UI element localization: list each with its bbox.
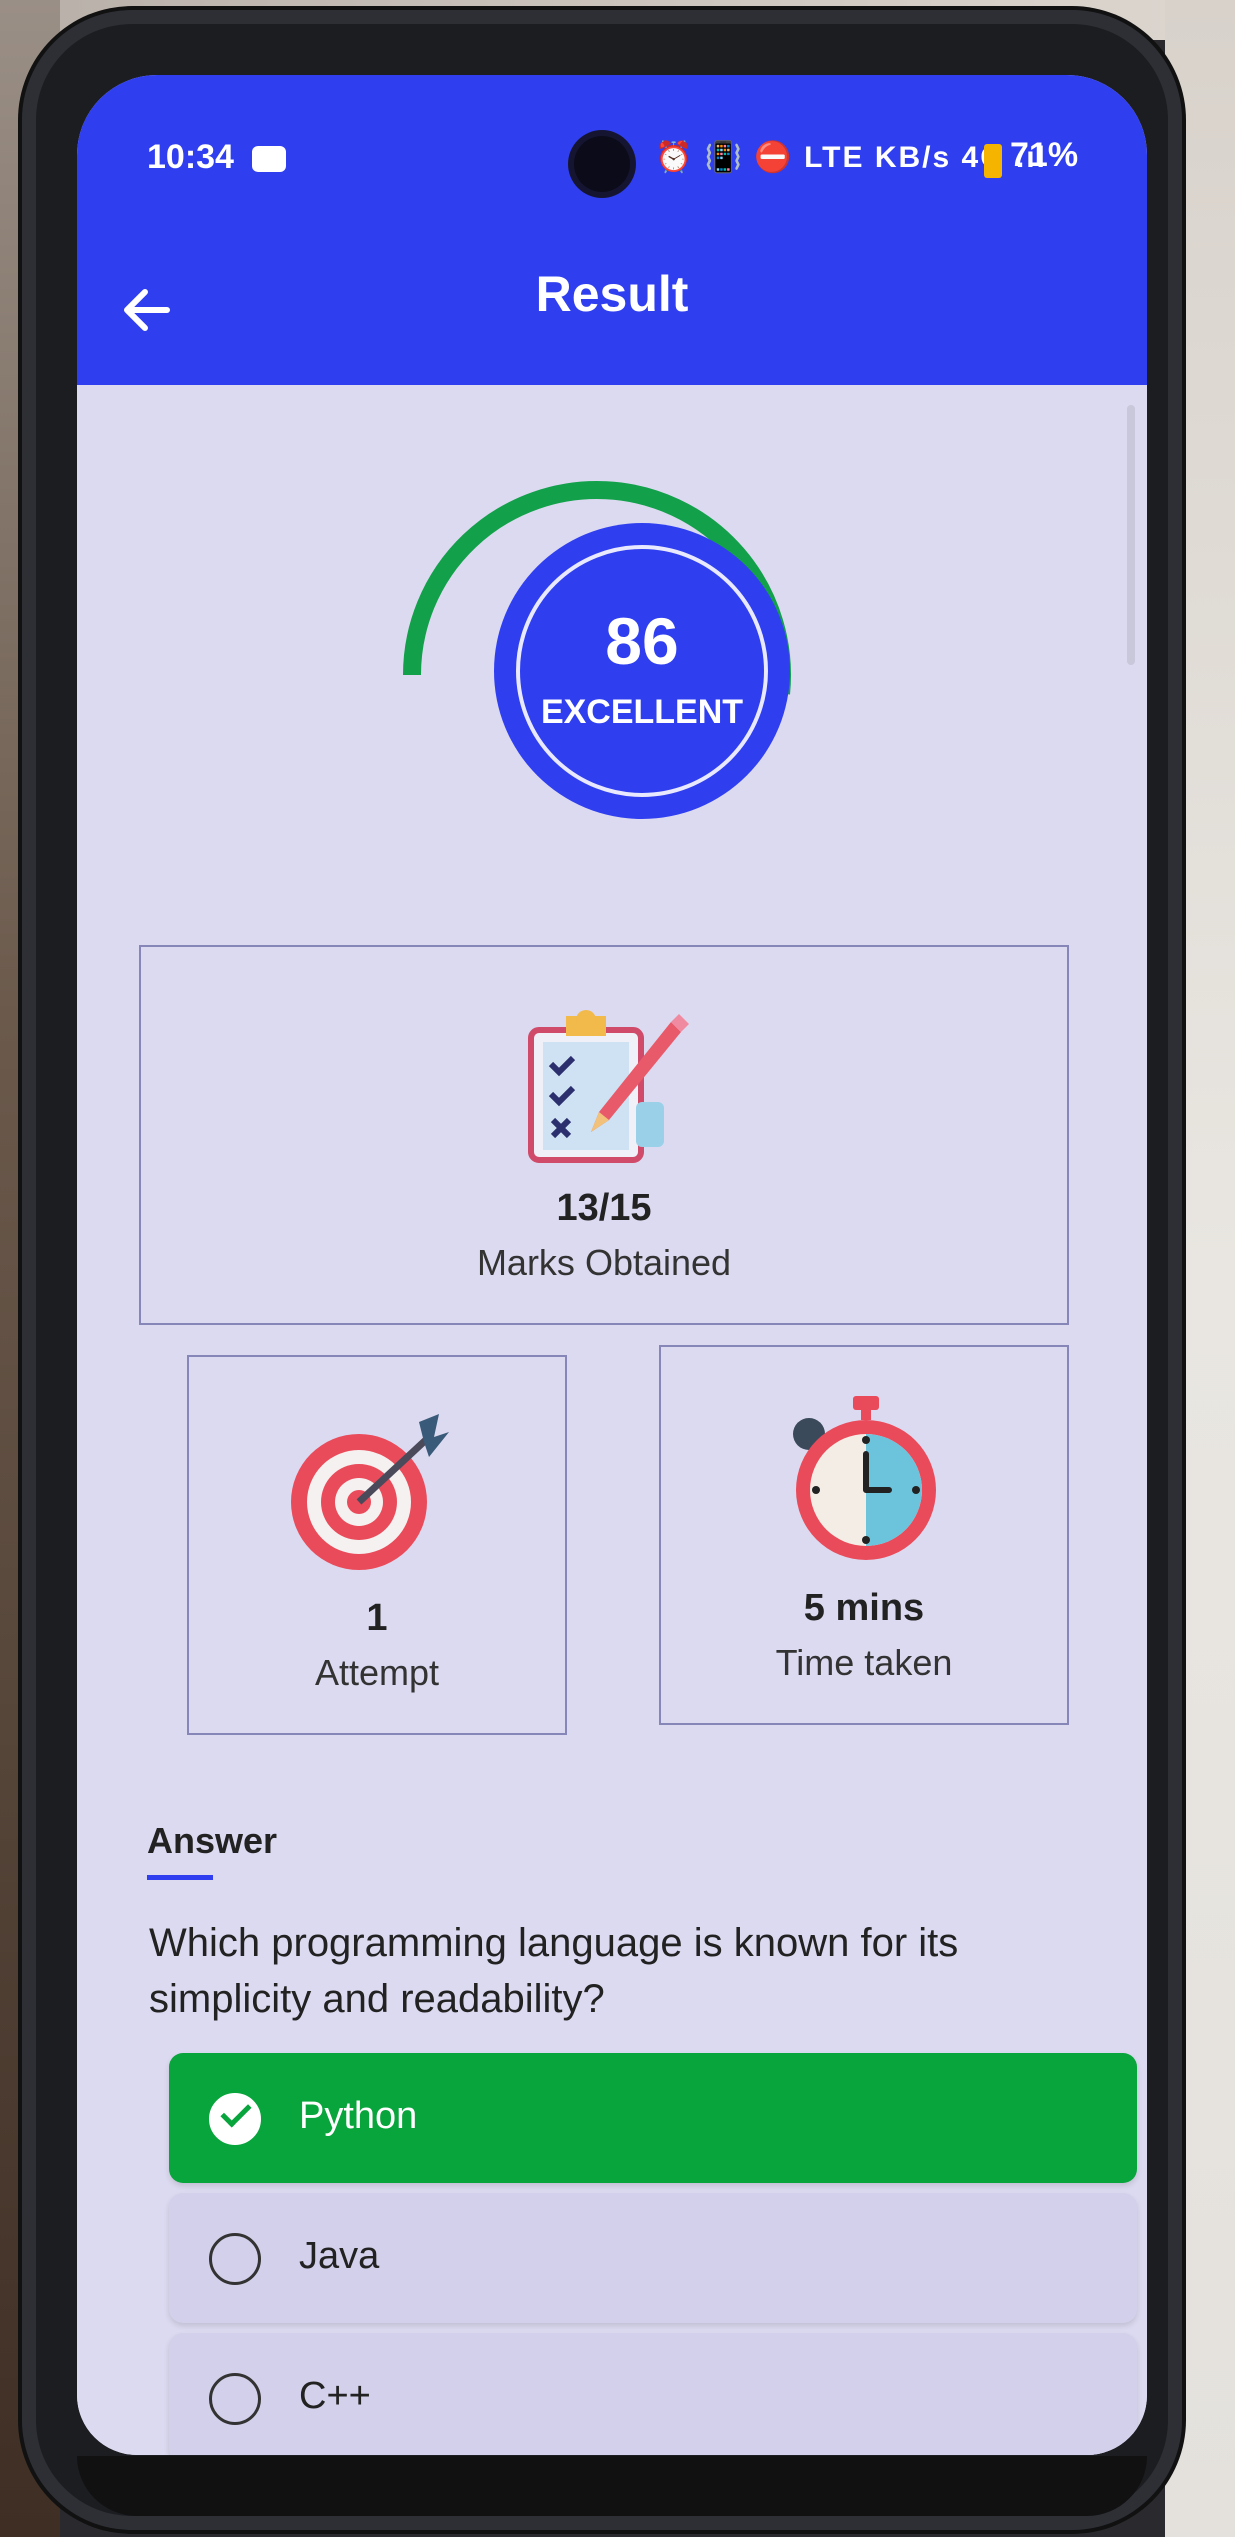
- option-cpp[interactable]: C++: [169, 2333, 1137, 2455]
- status-bar: 10:34 ⏰ 📳 ⛔ LTE KB/s 4G .ıl 71%: [77, 130, 1147, 192]
- score-circle: 86 EXCELLENT: [494, 523, 790, 819]
- target-icon: [291, 1414, 449, 1570]
- marks-card: 13/15 Marks Obtained: [139, 945, 1069, 1325]
- radio-icon: [209, 2373, 261, 2425]
- option-label: Python: [299, 2095, 418, 2137]
- marks-value: 13/15: [556, 1187, 652, 1229]
- battery-icon: [984, 144, 1002, 178]
- clipboard-checklist-icon: [528, 1010, 689, 1163]
- section-underline: [147, 1875, 213, 1880]
- option-java[interactable]: Java: [169, 2193, 1137, 2323]
- status-time: 10:34: [147, 138, 234, 176]
- front-camera: [574, 136, 630, 192]
- option-label: Java: [299, 2235, 380, 2277]
- app-bar: 10:34 ⏰ 📳 ⛔ LTE KB/s 4G .ıl 71% Result: [77, 75, 1147, 415]
- time-value: 5 mins: [803, 1587, 925, 1629]
- result-content[interactable]: 86 EXCELLENT 13/15 Marks Obtained 1 Atte…: [77, 385, 1147, 2455]
- option-label: C++: [299, 2375, 371, 2417]
- screen: 10:34 ⏰ 📳 ⛔ LTE KB/s 4G .ıl 71% Result 8…: [77, 75, 1147, 2455]
- attempt-label: Attempt: [314, 1652, 440, 1693]
- marks-label: Marks Obtained: [476, 1242, 732, 1283]
- option-python[interactable]: Python: [169, 2053, 1137, 2183]
- scrollbar[interactable]: [1127, 405, 1135, 665]
- score-rating: EXCELLENT: [540, 693, 744, 731]
- phone-frame: 10:34 ⏰ 📳 ⛔ LTE KB/s 4G .ıl 71% Result 8…: [22, 10, 1182, 2530]
- score-value: 86: [605, 604, 679, 678]
- stopwatch-icon: [793, 1396, 936, 1560]
- time-card: 5 mins Time taken: [659, 1345, 1069, 1725]
- attempt-card: 1 Attempt: [187, 1355, 567, 1735]
- radio-icon: [209, 2233, 261, 2285]
- battery-percent: 71%: [1010, 136, 1079, 174]
- attempt-value: 1: [366, 1597, 388, 1639]
- notification-icon: [252, 146, 286, 172]
- phone-bezel-bottom: [77, 2456, 1147, 2516]
- check-circle-icon: [209, 2093, 261, 2145]
- time-label: Time taken: [775, 1642, 953, 1683]
- page-title: Result: [535, 266, 689, 322]
- answer-section-title: Answer: [147, 1820, 278, 1861]
- question-text: Which programming language is known for …: [149, 1921, 959, 2021]
